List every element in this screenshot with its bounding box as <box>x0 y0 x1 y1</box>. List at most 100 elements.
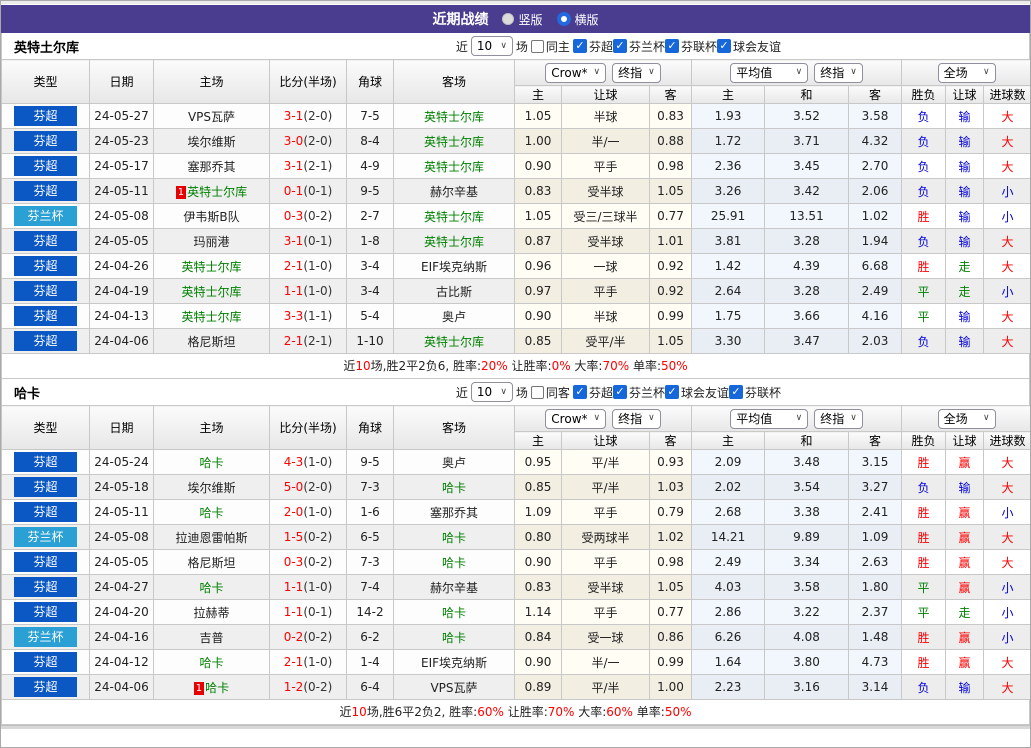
view-option-horizontal[interactable]: 横版 <box>556 11 599 28</box>
away-team[interactable]: EIF埃克纳斯 <box>421 656 487 670</box>
home-team[interactable]: 哈卡 <box>205 681 229 695</box>
away-team[interactable]: 英特士尔库 <box>424 110 484 124</box>
league-badge[interactable]: 芬兰杯 <box>14 527 77 547</box>
full-score[interactable]: 1-1 <box>284 284 304 298</box>
full-score[interactable]: 1-1 <box>284 605 304 619</box>
home-team[interactable]: 英特士尔库 <box>181 260 241 274</box>
league-badge[interactable]: 芬超 <box>14 477 77 497</box>
home-team[interactable]: 英特士尔库 <box>181 285 241 299</box>
league-badge[interactable]: 芬超 <box>14 677 77 697</box>
league-badge[interactable]: 芬超 <box>14 231 77 251</box>
fulltime-select[interactable]: 全场 ∨ <box>937 62 996 83</box>
league-badge[interactable]: 芬超 <box>14 577 77 597</box>
full-score[interactable]: 3-1 <box>284 159 304 173</box>
full-score[interactable]: 1-2 <box>284 680 304 694</box>
home-team[interactable]: 拉迪恩雷帕斯 <box>175 531 247 545</box>
away-team[interactable]: 赫尔辛基 <box>430 185 478 199</box>
home-team[interactable]: 哈卡 <box>199 581 223 595</box>
league-badge[interactable]: 芬超 <box>14 502 77 522</box>
away-team[interactable]: 英特士尔库 <box>424 235 484 249</box>
league-checkbox[interactable]: ✓ 芬兰杯 <box>612 384 665 401</box>
away-team[interactable]: VPS瓦萨 <box>430 681 477 695</box>
league-badge[interactable]: 芬超 <box>14 181 77 201</box>
league-badge[interactable]: 芬超 <box>14 131 77 151</box>
full-score[interactable]: 0-1 <box>284 184 304 198</box>
checkbox-checked-icon[interactable]: ✓ <box>664 385 679 399</box>
recent-count-select[interactable]: 10 ∨ <box>470 36 513 56</box>
full-score[interactable]: 4-3 <box>284 455 304 469</box>
away-team[interactable]: 古比斯 <box>436 285 472 299</box>
average-odds-select[interactable]: 平均值 ∨ <box>730 62 809 83</box>
home-team[interactable]: VPS瓦萨 <box>188 110 235 124</box>
recent-count-select[interactable]: 10 ∨ <box>470 382 513 402</box>
away-team[interactable]: 英特士尔库 <box>424 160 484 174</box>
full-score[interactable]: 3-3 <box>284 309 304 323</box>
home-team[interactable]: 哈卡 <box>199 456 223 470</box>
full-score[interactable]: 2-1 <box>284 334 304 348</box>
full-score[interactable]: 3-0 <box>284 134 304 148</box>
checkbox-checked-icon[interactable]: ✓ <box>612 39 627 53</box>
full-score[interactable]: 1-1 <box>284 580 304 594</box>
home-team[interactable]: 伊韦斯B队 <box>183 210 239 224</box>
checkbox-checked-icon[interactable]: ✓ <box>612 385 627 399</box>
full-score[interactable]: 0-3 <box>284 555 304 569</box>
same-venue-checkbox[interactable]: 同客 <box>530 384 570 401</box>
away-team[interactable]: 塞那乔其 <box>430 506 478 520</box>
full-score[interactable]: 2-1 <box>284 259 304 273</box>
checkbox-unchecked-icon[interactable] <box>530 39 544 53</box>
away-team[interactable]: 哈卡 <box>442 606 466 620</box>
away-team[interactable]: 哈卡 <box>442 481 466 495</box>
home-team[interactable]: 英特士尔库 <box>187 185 247 199</box>
away-team[interactable]: 哈卡 <box>442 556 466 570</box>
final-euro-odds-select[interactable]: 终指 ∨ <box>814 62 863 83</box>
league-checkbox[interactable]: ✓ 球会友谊 <box>664 384 729 401</box>
radio-checked-icon[interactable] <box>556 12 571 26</box>
home-team[interactable]: 吉普 <box>199 631 223 645</box>
full-score[interactable]: 2-0 <box>284 505 304 519</box>
final-odds-select[interactable]: 终指 ∨ <box>612 62 661 83</box>
home-team[interactable]: 玛丽港 <box>193 235 229 249</box>
league-badge[interactable]: 芬兰杯 <box>14 627 77 647</box>
league-badge[interactable]: 芬超 <box>14 331 77 351</box>
league-checkbox[interactable]: ✓ 芬联杯 <box>664 38 717 55</box>
full-score[interactable]: 3-1 <box>284 109 304 123</box>
league-checkbox[interactable]: ✓ 芬超 <box>572 38 613 55</box>
league-badge[interactable]: 芬超 <box>14 106 77 126</box>
away-team[interactable]: EIF埃克纳斯 <box>421 260 487 274</box>
bottom-scrollbar[interactable] <box>1 725 1030 729</box>
home-team[interactable]: 格尼斯坦 <box>187 335 235 349</box>
full-score[interactable]: 5-0 <box>284 480 304 494</box>
away-team[interactable]: 赫尔辛基 <box>430 581 478 595</box>
home-team[interactable]: 哈卡 <box>199 506 223 520</box>
league-checkbox[interactable]: ✓ 球会友谊 <box>716 38 781 55</box>
league-badge[interactable]: 芬超 <box>14 156 77 176</box>
league-badge[interactable]: 芬超 <box>14 552 77 572</box>
bookmaker-select[interactable]: Crow* ∨ <box>545 62 607 83</box>
away-team[interactable]: 哈卡 <box>442 631 466 645</box>
home-team[interactable]: 埃尔维斯 <box>187 481 235 495</box>
final-euro-odds-select[interactable]: 终指 ∨ <box>814 408 863 429</box>
away-team[interactable]: 奥卢 <box>442 456 466 470</box>
view-option-vertical[interactable]: 竖版 <box>502 11 543 28</box>
league-badge[interactable]: 芬超 <box>14 256 77 276</box>
league-checkbox[interactable]: ✓ 芬联杯 <box>728 384 781 401</box>
checkbox-checked-icon[interactable]: ✓ <box>572 385 587 399</box>
home-team[interactable]: 埃尔维斯 <box>187 135 235 149</box>
average-odds-select[interactable]: 平均值 ∨ <box>730 408 809 429</box>
league-checkbox[interactable]: ✓ 芬兰杯 <box>612 38 665 55</box>
home-team[interactable]: 英特士尔库 <box>181 310 241 324</box>
away-team[interactable]: 英特士尔库 <box>424 335 484 349</box>
bookmaker-select[interactable]: Crow* ∨ <box>545 408 607 429</box>
checkbox-checked-icon[interactable]: ✓ <box>664 39 679 53</box>
league-badge[interactable]: 芬超 <box>14 652 77 672</box>
checkbox-unchecked-icon[interactable] <box>530 385 544 399</box>
full-score[interactable]: 0-3 <box>284 209 304 223</box>
full-score[interactable]: 2-1 <box>284 655 304 669</box>
league-badge[interactable]: 芬超 <box>14 281 77 301</box>
away-team[interactable]: 哈卡 <box>442 531 466 545</box>
full-score[interactable]: 0-2 <box>284 630 304 644</box>
away-team[interactable]: 英特士尔库 <box>424 210 484 224</box>
fulltime-select[interactable]: 全场 ∨ <box>937 408 996 429</box>
home-team[interactable]: 哈卡 <box>199 656 223 670</box>
league-badge[interactable]: 芬兰杯 <box>14 206 77 226</box>
